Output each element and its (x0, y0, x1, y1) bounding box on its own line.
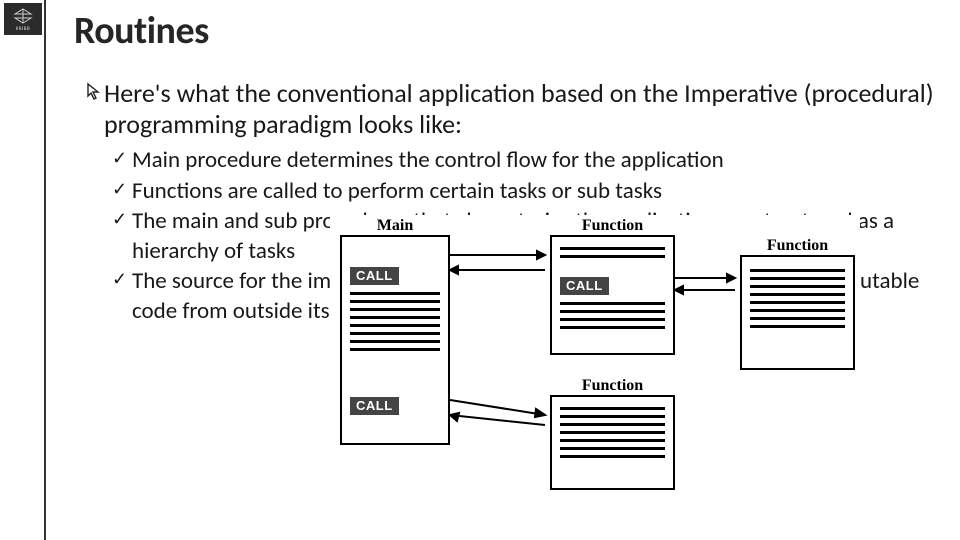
check-icon: ✓ (112, 267, 132, 292)
side-stripe: KRIBB (0, 0, 46, 540)
function-box: Function CALL (550, 235, 675, 355)
function-label: Function (767, 237, 828, 255)
call-tag: CALL (560, 277, 609, 295)
check-icon: ✓ (112, 207, 132, 232)
arrow (675, 270, 740, 300)
list-item: ✓ Functions are called to perform certai… (112, 177, 936, 206)
function-label: Function (582, 217, 643, 235)
logo-caption: KRIBB (16, 26, 31, 32)
function-box: Function (550, 395, 675, 490)
page-title: Routines (74, 8, 936, 54)
arrow (450, 390, 550, 430)
procedure-diagram: Main CALL CALL Function CALL Function Fu… (330, 215, 860, 445)
main-box: Main CALL CALL (340, 235, 450, 445)
bullet-text: Main procedure determines the control fl… (132, 146, 936, 175)
list-item: ✓ Main procedure determines the control … (112, 146, 936, 175)
pointer-icon (86, 78, 104, 108)
arrow (450, 245, 550, 285)
check-icon: ✓ (112, 146, 132, 171)
intro-row: Here's what the conventional application… (86, 78, 936, 140)
call-tag: CALL (350, 397, 399, 415)
function-box: Function (740, 255, 855, 370)
call-tag: CALL (350, 267, 399, 285)
bullet-text: Functions are called to perform certain … (132, 177, 936, 206)
intro-text: Here's what the conventional application… (104, 78, 936, 140)
check-icon: ✓ (112, 177, 132, 202)
function-label: Function (582, 377, 643, 395)
logo: KRIBB (4, 3, 42, 35)
main-label: Main (377, 217, 413, 235)
